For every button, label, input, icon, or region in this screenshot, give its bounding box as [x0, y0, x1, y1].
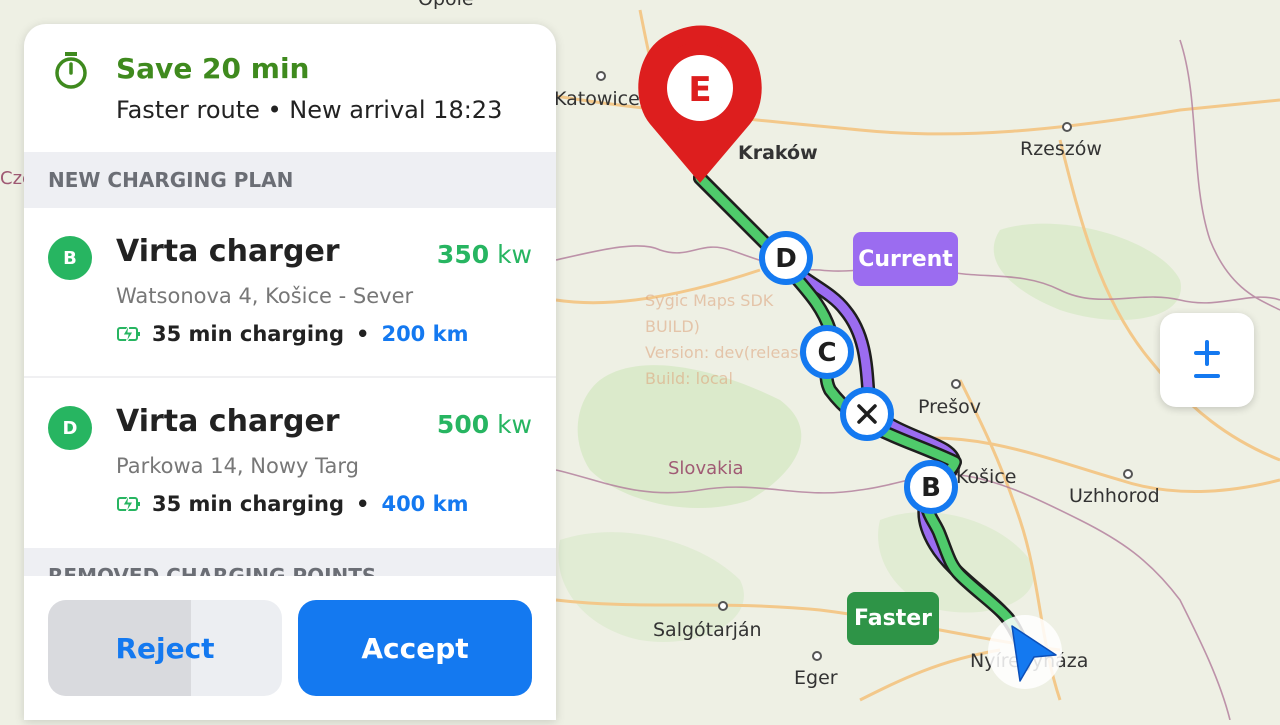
section-title: NEW CHARGING PLAN	[48, 168, 294, 192]
waypoint-badge: D	[48, 406, 92, 450]
removed-charger-marker[interactable]	[840, 387, 894, 441]
charging-time: 35 min charging	[152, 322, 345, 346]
city-label-rzeszow: Rzeszów	[1020, 138, 1102, 160]
charging-time: 35 min charging	[152, 492, 345, 516]
charger-list-item[interactable]: B Virta charger 350 kw Watsonova 4, Koši…	[24, 208, 556, 378]
city-label-eger: Eger	[794, 667, 838, 689]
city-label-nyiregyhaza: Nyíregyháza	[970, 650, 1089, 672]
section-header-new-plan: NEW CHARGING PLAN	[24, 152, 556, 208]
city-label-presov: Prešov	[918, 396, 981, 418]
city-label-krakow: Kraków	[738, 142, 818, 164]
reject-label: Reject	[115, 631, 215, 665]
charging-info: 35 min charging • 200 km	[116, 322, 468, 346]
waypoint-marker-d[interactable]: D	[759, 231, 813, 285]
charger-list-item[interactable]: D Virta charger 500 kw Parkowa 14, Nowy …	[24, 378, 556, 548]
route-change-panel: Save 20 min Faster route • New arrival 1…	[24, 24, 556, 720]
action-footer: Reject Accept	[24, 576, 556, 720]
watermark-line: Version: dev(release)	[645, 343, 815, 362]
stopwatch-icon	[55, 52, 87, 89]
charger-distance: 200 km	[381, 322, 469, 346]
new-arrival-subtitle: Faster route • New arrival 18:23	[116, 96, 503, 124]
power-value: 350	[436, 240, 490, 269]
current-route-label[interactable]: Current	[853, 232, 958, 286]
waypoint-marker-c[interactable]: C	[800, 325, 854, 379]
city-label-opole: Opole	[418, 0, 474, 10]
waypoint-letter: B	[921, 473, 941, 503]
charging-info: 35 min charging • 400 km	[116, 492, 468, 516]
charger-power: 350 kw	[437, 240, 532, 269]
waypoint-letter: D	[775, 244, 797, 274]
charger-address: Watsonova 4, Košice - Sever	[116, 284, 414, 308]
reject-button[interactable]: Reject	[48, 600, 282, 696]
zoom-in-out-icon	[1194, 340, 1220, 378]
sdk-watermark: Sygic Maps SDK BUILD) Version: dev(relea…	[645, 288, 815, 392]
city-label-uzhhorod: Uzhhorod	[1069, 485, 1160, 507]
power-unit: kw	[497, 240, 532, 269]
city-label-salgotarjan: Salgótarján	[653, 619, 762, 641]
destination-letter: E	[688, 70, 711, 110]
waypoint-marker-b[interactable]: B	[904, 460, 958, 514]
charger-address: Parkowa 14, Nowy Targ	[116, 454, 359, 478]
faster-route-label[interactable]: Faster	[847, 592, 939, 645]
separator-dot: •	[356, 322, 370, 346]
power-value: 500	[436, 410, 490, 439]
waypoint-letter: C	[817, 338, 836, 368]
city-label-kosice: Košice	[956, 466, 1017, 488]
city-label-katowice: Katowice	[554, 88, 640, 110]
watermark-line: Build: local	[645, 369, 733, 388]
watermark-line: Sygic Maps SDK	[645, 291, 774, 310]
charger-power: 500 kw	[437, 410, 532, 439]
charger-name: Virta charger	[116, 404, 340, 439]
waypoint-badge: B	[48, 236, 92, 280]
charger-distance: 400 km	[381, 492, 469, 516]
watermark-line: BUILD)	[645, 317, 700, 336]
separator-dot: •	[356, 492, 370, 516]
country-label-slovakia: Slovakia	[668, 458, 744, 479]
zoom-control[interactable]	[1160, 313, 1254, 407]
power-unit: kw	[497, 410, 532, 439]
charging-battery-icon	[117, 324, 140, 344]
accept-button[interactable]: Accept	[298, 600, 532, 696]
time-saving-banner: Save 20 min Faster route • New arrival 1…	[24, 24, 556, 152]
time-saving-title: Save 20 min	[116, 52, 310, 85]
charger-name: Virta charger	[116, 234, 340, 269]
charging-battery-icon	[117, 494, 140, 514]
